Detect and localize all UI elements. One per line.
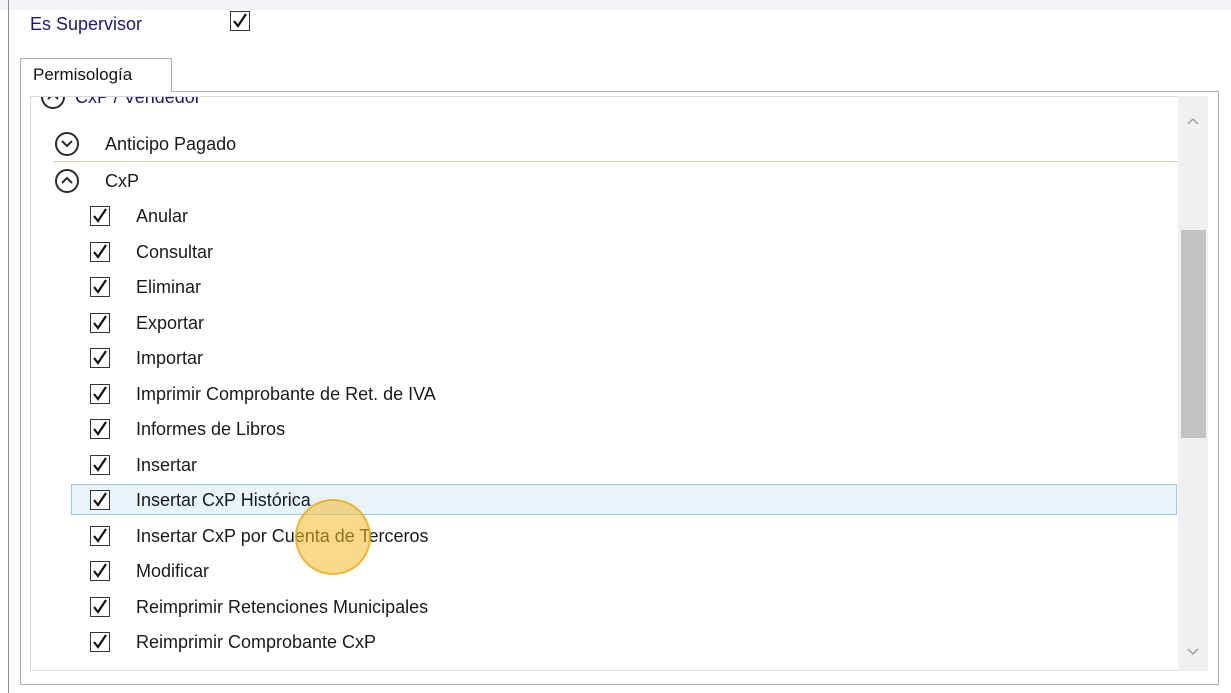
permission-checkbox[interactable] [90, 277, 110, 297]
tree-group-partial[interactable]: CxP / Vendedor [31, 96, 1178, 114]
permission-item[interactable]: Reimprimir Comprobante CxP [31, 625, 1178, 659]
tab-permisologia[interactable]: Permisología [20, 58, 172, 92]
checkmark-icon [93, 386, 107, 401]
permission-label: Imprimir Comprobante de Ret. de IVA [136, 384, 436, 404]
group-label: Anticipo Pagado [105, 134, 237, 154]
checkmark-icon [93, 599, 107, 614]
tree-group-cxp[interactable]: CxP [31, 164, 1178, 198]
permission-label: Insertar CxP Histórica [136, 490, 311, 510]
top-strip [0, 0, 1231, 10]
permission-item[interactable]: Imprimir Comprobante de Ret. de IVA [31, 377, 1178, 411]
group-divider [53, 161, 1178, 162]
permission-label: Exportar [136, 313, 205, 333]
chevron-down-circle-icon[interactable] [55, 132, 79, 156]
checkmark-icon [93, 492, 107, 507]
permission-label: Insertar [136, 455, 198, 475]
permission-checkbox[interactable] [90, 206, 110, 226]
checkmark-icon [93, 563, 107, 578]
checkmark-icon [93, 350, 107, 365]
permission-checkbox[interactable] [90, 419, 110, 439]
cursor-highlight [295, 499, 371, 575]
checkmark-icon [93, 634, 107, 649]
tab-label: Permisología [33, 65, 133, 84]
permission-checkbox[interactable] [90, 632, 110, 652]
permission-checkbox[interactable] [90, 242, 110, 262]
checkmark-icon [93, 208, 107, 223]
permission-label: Reimprimir Comprobante CxP [136, 632, 377, 652]
permission-label: Importar [136, 348, 204, 368]
chevron-up-icon[interactable] [1178, 106, 1208, 136]
checkmark-icon [93, 421, 107, 436]
permission-item[interactable]: Eliminar [31, 270, 1178, 304]
checkmark-icon [233, 13, 247, 28]
permission-item[interactable]: Informes de Libros [31, 412, 1178, 446]
permission-label: Insertar CxP por Cuenta de Terceros [136, 526, 429, 546]
chevron-up-circle-icon[interactable] [41, 97, 65, 109]
permission-item[interactable]: Insertar CxP Histórica [31, 483, 1178, 517]
permission-item[interactable]: Reimprimir Retenciones Municipales [31, 590, 1178, 624]
permission-checkbox[interactable] [90, 526, 110, 546]
checkmark-icon [93, 315, 107, 330]
chevron-down-icon[interactable] [1178, 636, 1208, 666]
checkmark-icon [93, 279, 107, 294]
permission-label: Informes de Libros [136, 419, 286, 439]
permission-label: Consultar [136, 242, 214, 262]
permission-item[interactable]: Exportar [31, 306, 1178, 340]
permission-item[interactable]: Importar [31, 341, 1178, 375]
permission-checkbox[interactable] [90, 348, 110, 368]
permission-label: Anular [136, 206, 189, 226]
permission-checkbox[interactable] [90, 490, 110, 510]
permissions-window: Es Supervisor Permisología CxP / Vendedo… [0, 0, 1231, 693]
permission-checkbox[interactable] [90, 384, 110, 404]
window-border [8, 0, 9, 693]
group-label: CxP [105, 171, 140, 191]
vertical-scrollbar[interactable] [1178, 96, 1208, 671]
permission-label: Eliminar [136, 277, 202, 297]
tree-group-anticipo-pagado[interactable]: Anticipo Pagado [31, 127, 1178, 161]
permission-checkbox[interactable] [90, 561, 110, 581]
checkmark-icon [93, 457, 107, 472]
permission-label: Reimprimir Retenciones Municipales [136, 597, 429, 617]
permission-checkbox[interactable] [90, 313, 110, 333]
permissions-tree: CxP / Vendedor Anticipo Pagado CxP Anula… [30, 96, 1178, 671]
supervisor-label: Es Supervisor [30, 14, 143, 34]
scrollbar-thumb[interactable] [1181, 230, 1206, 438]
permission-item[interactable]: Insertar [31, 448, 1178, 482]
permission-checkbox[interactable] [90, 455, 110, 475]
permission-item[interactable]: Insertar CxP por Cuenta de Terceros [31, 519, 1178, 553]
permission-item[interactable]: Consultar [31, 235, 1178, 269]
permission-item[interactable]: Anular [31, 199, 1178, 233]
supervisor-checkbox[interactable] [230, 11, 250, 31]
chevron-up-circle-icon[interactable] [55, 169, 79, 193]
group-label: CxP / Vendedor [75, 96, 201, 107]
checkmark-icon [93, 528, 107, 543]
permission-label: Modificar [136, 561, 210, 581]
checkmark-icon [93, 244, 107, 259]
permission-item[interactable]: Modificar [31, 554, 1178, 588]
permission-checkbox[interactable] [90, 597, 110, 617]
